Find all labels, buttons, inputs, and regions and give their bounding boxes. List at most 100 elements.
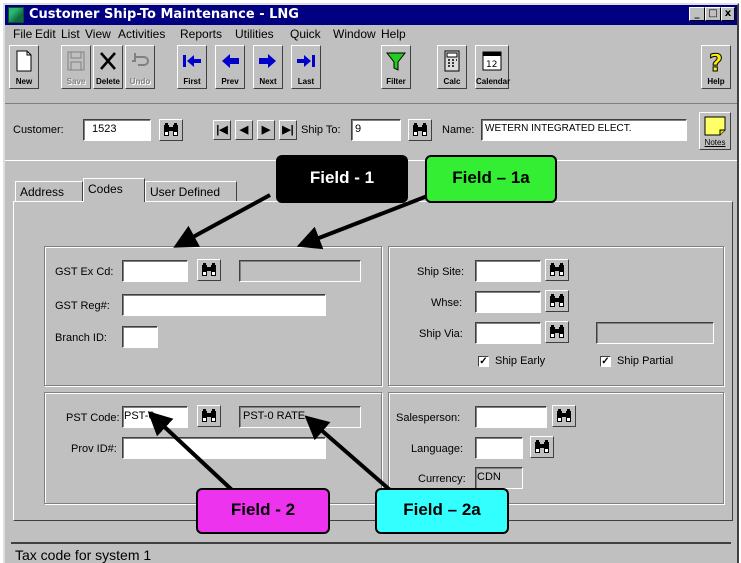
tab-user-defined[interactable]: User Defined	[145, 181, 237, 201]
branch-id-field[interactable]	[122, 326, 158, 348]
next-button[interactable]: Next	[253, 45, 283, 89]
binoculars-icon	[550, 263, 564, 276]
shipto-lookup-button[interactable]	[408, 119, 432, 141]
language-label: Language:	[411, 443, 463, 455]
gst-reg-field[interactable]	[122, 294, 326, 316]
ship-via-label: Ship Via:	[419, 328, 463, 340]
pst-code-field[interactable]: PST-0	[122, 406, 188, 428]
first-button[interactable]: First	[177, 45, 207, 89]
gst-ex-cd-description	[239, 260, 361, 282]
prov-id-field[interactable]	[122, 437, 326, 459]
save-button[interactable]: Save	[61, 45, 91, 89]
menu-activities[interactable]: Activities	[118, 27, 165, 41]
binoculars-icon	[202, 409, 216, 422]
delete-button[interactable]: Delete	[93, 45, 123, 89]
help-question-icon: ?	[709, 49, 724, 73]
tab-address[interactable]: Address	[15, 181, 83, 201]
shipto-field[interactable]: 9	[351, 119, 401, 141]
window-title: Customer Ship-To Maintenance - LNG	[29, 7, 299, 22]
branch-id-label: Branch ID:	[55, 332, 107, 344]
prev-label: Prev	[221, 77, 239, 86]
delete-label: Delete	[95, 77, 120, 86]
app-window: Customer Ship-To Maintenance - LNG _ □ x…	[3, 3, 739, 563]
pst-code-description: PST-0 RATE	[239, 406, 361, 428]
menu-view[interactable]: View	[85, 27, 111, 41]
last-arrow-icon	[297, 55, 315, 67]
ship-site-lookup-button[interactable]	[545, 259, 569, 281]
shipto-label: Ship To:	[301, 124, 341, 136]
new-label: New	[15, 77, 33, 86]
last-label: Last	[297, 77, 315, 86]
pst-code-lookup-button[interactable]	[197, 405, 221, 427]
callout-field-2: Field - 2	[196, 488, 330, 534]
app-icon	[8, 7, 24, 23]
nav-last-button[interactable]: ▶|	[279, 120, 297, 140]
binoculars-icon	[535, 440, 549, 453]
gst-ex-cd-lookup-button[interactable]	[197, 259, 221, 281]
tab-codes[interactable]: Codes	[83, 178, 145, 202]
filter-funnel-icon	[385, 52, 407, 71]
minimize-button[interactable]: _	[689, 7, 705, 21]
menu-edit[interactable]: Edit	[35, 27, 56, 41]
nav-first-button[interactable]: |◀	[213, 120, 231, 140]
prev-button[interactable]: Prev	[215, 45, 245, 89]
first-arrow-icon	[183, 55, 201, 67]
language-field[interactable]	[475, 437, 523, 459]
binoculars-icon	[550, 325, 564, 338]
nav-next-button[interactable]: ▶	[257, 120, 275, 140]
help-label: Help	[707, 77, 725, 86]
gst-ex-cd-field[interactable]	[122, 260, 188, 282]
ship-site-field[interactable]	[475, 260, 541, 282]
title-bar[interactable]: Customer Ship-To Maintenance - LNG _ □ x	[5, 5, 737, 25]
ship-partial-checkbox[interactable]: ✓	[600, 356, 611, 367]
nav-prev-button[interactable]: ◀	[235, 120, 253, 140]
ship-via-field[interactable]	[475, 322, 541, 344]
filter-button[interactable]: Filter	[381, 45, 411, 89]
svg-text:12: 12	[486, 60, 497, 70]
menu-utilities[interactable]: Utilities	[235, 27, 274, 41]
undo-button[interactable]: Undo	[125, 45, 155, 89]
undo-label: Undo	[129, 77, 151, 86]
salesperson-field[interactable]	[475, 406, 547, 428]
last-button[interactable]: Last	[291, 45, 321, 89]
notes-label: Notes	[704, 138, 726, 147]
ship-via-lookup-button[interactable]	[545, 321, 569, 343]
customer-field[interactable]: 1523	[83, 119, 151, 141]
menu-list[interactable]: List	[61, 27, 80, 41]
help-button[interactable]: ? Help	[701, 45, 731, 89]
maximize-button[interactable]: □	[705, 7, 721, 21]
ship-partial-label: Ship Partial	[617, 355, 674, 367]
salesperson-lookup-button[interactable]	[552, 405, 576, 427]
whse-lookup-button[interactable]	[545, 290, 569, 312]
toolbar: New Save Delete Undo First Prev Next Las…	[5, 43, 737, 103]
gst-reg-label: GST Reg#:	[55, 300, 110, 312]
menu-reports[interactable]: Reports	[180, 27, 222, 41]
save-label: Save	[66, 77, 86, 86]
status-bar: Tax code for system 1	[11, 542, 731, 563]
pst-code-label: PST Code:	[66, 412, 120, 424]
language-lookup-button[interactable]	[530, 436, 554, 458]
menu-help[interactable]: Help	[381, 27, 406, 41]
whse-field[interactable]	[475, 291, 541, 313]
binoculars-icon	[413, 123, 427, 136]
name-field[interactable]: WETERN INTEGRATED ELECT.	[481, 119, 687, 141]
menu-file[interactable]: File	[13, 27, 32, 41]
calc-label: Calc	[443, 77, 461, 86]
binoculars-icon	[550, 294, 564, 307]
menu-quick[interactable]: Quick	[290, 27, 321, 41]
menu-bar: File Edit List View Activities Reports U…	[5, 25, 737, 43]
menu-window[interactable]: Window	[333, 27, 376, 41]
notes-button[interactable]: Notes	[699, 112, 731, 150]
currency-field: CDN	[475, 467, 523, 489]
calendar-button[interactable]: 12 Calendar	[475, 45, 510, 89]
whse-label: Whse:	[431, 297, 463, 309]
close-button[interactable]: x	[721, 7, 735, 21]
currency-label: Currency:	[418, 473, 466, 485]
customer-lookup-button[interactable]	[159, 119, 183, 141]
customer-label: Customer:	[13, 124, 64, 136]
ship-early-checkbox[interactable]: ✓	[478, 356, 489, 367]
undo-icon	[132, 53, 149, 66]
calc-button[interactable]: Calc	[437, 45, 467, 89]
sticky-note-icon	[704, 116, 726, 136]
new-button[interactable]: New	[9, 45, 39, 89]
